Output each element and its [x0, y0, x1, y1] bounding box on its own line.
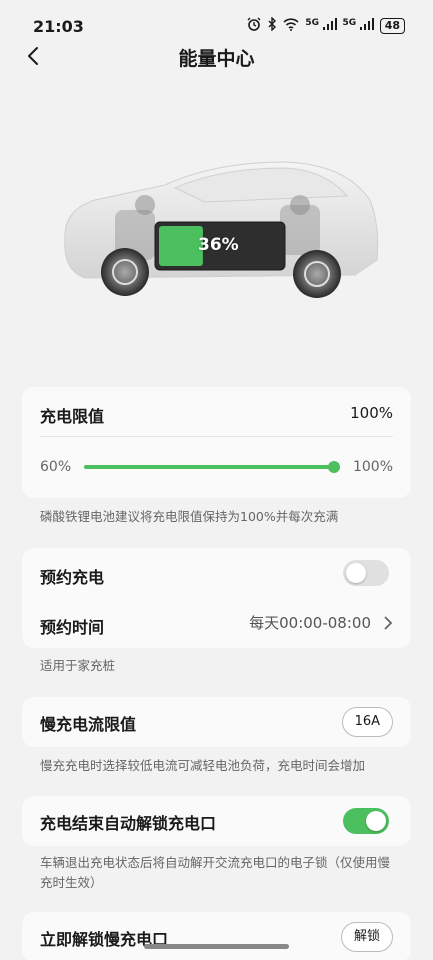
schedule-time-row[interactable]: 每天00:00-08:00 [249, 612, 393, 633]
slow-current-hint: 慢充充电时选择较低电流可减轻电池负荷，充电时间会增加 [40, 758, 366, 773]
wifi-icon [283, 17, 299, 34]
battery-fill [159, 226, 203, 266]
toggle-knob [366, 811, 386, 831]
chevron-right-icon [384, 615, 393, 630]
slow-current-card: 慢充电流限值 16A [22, 697, 411, 747]
battery-percent: 36% [198, 235, 239, 255]
toggle-knob [346, 563, 366, 583]
schedule-time-label: 预约时间 [40, 618, 105, 637]
slider-max-label: 100% [352, 459, 393, 475]
unlock-now-card: 立即解锁慢充电口 解锁 [22, 912, 411, 960]
page-title: 能量中心 [178, 48, 255, 70]
battery-indicator: 48 [379, 17, 405, 34]
auto-unlock-label: 充电结束自动解锁充电口 [40, 814, 217, 833]
charge-limit-label: 充电限值 [40, 407, 105, 426]
slider-min-label: 60% [40, 459, 72, 475]
car-image [64, 161, 379, 298]
home-indicator[interactable] [144, 944, 289, 949]
network-type-2: 5G [342, 18, 357, 28]
status-time: 21:03 [33, 17, 84, 36]
unlock-button[interactable]: 解锁 [340, 922, 393, 952]
bluetooth-icon [267, 16, 277, 34]
schedule-card: 预约充电 预约时间 每天00:00-08:00 [22, 548, 411, 648]
auto-unlock-card: 充电结束自动解锁充电口 [22, 796, 411, 846]
vehicle-illustration: 36% [55, 150, 380, 310]
signal-icon-1: 5G [305, 18, 337, 33]
nav-bar: 能量中心 [0, 36, 433, 76]
charge-limit-card: 充电限值 100% 60% 100% [22, 387, 411, 498]
charge-limit-slider[interactable] [84, 465, 334, 469]
slow-current-button[interactable]: 16A [341, 707, 393, 737]
charge-limit-value: 100% [350, 404, 393, 422]
slow-current-label: 慢充电流限值 [40, 715, 137, 734]
status-icons: 5G 5G 48 [247, 16, 405, 34]
charge-limit-hint: 磷酸铁锂电池建议将充电限值保持为100%并每次充满 [40, 509, 339, 524]
schedule-hint: 适用于家充桩 [40, 658, 116, 673]
signal-icon-2: 5G [343, 18, 374, 33]
alarm-icon [247, 17, 261, 34]
divider [40, 436, 393, 437]
auto-unlock-toggle[interactable] [343, 808, 389, 834]
slider-thumb[interactable] [328, 461, 340, 473]
schedule-toggle[interactable] [343, 560, 389, 586]
auto-unlock-hint: 车辆退出充电状态后将自动解开交流充电口的电子锁（仅使用慢充时生效） [40, 855, 391, 890]
schedule-label: 预约充电 [40, 568, 105, 587]
schedule-time-value: 每天00:00-08:00 [249, 614, 371, 632]
network-type-1: 5G [305, 18, 320, 28]
